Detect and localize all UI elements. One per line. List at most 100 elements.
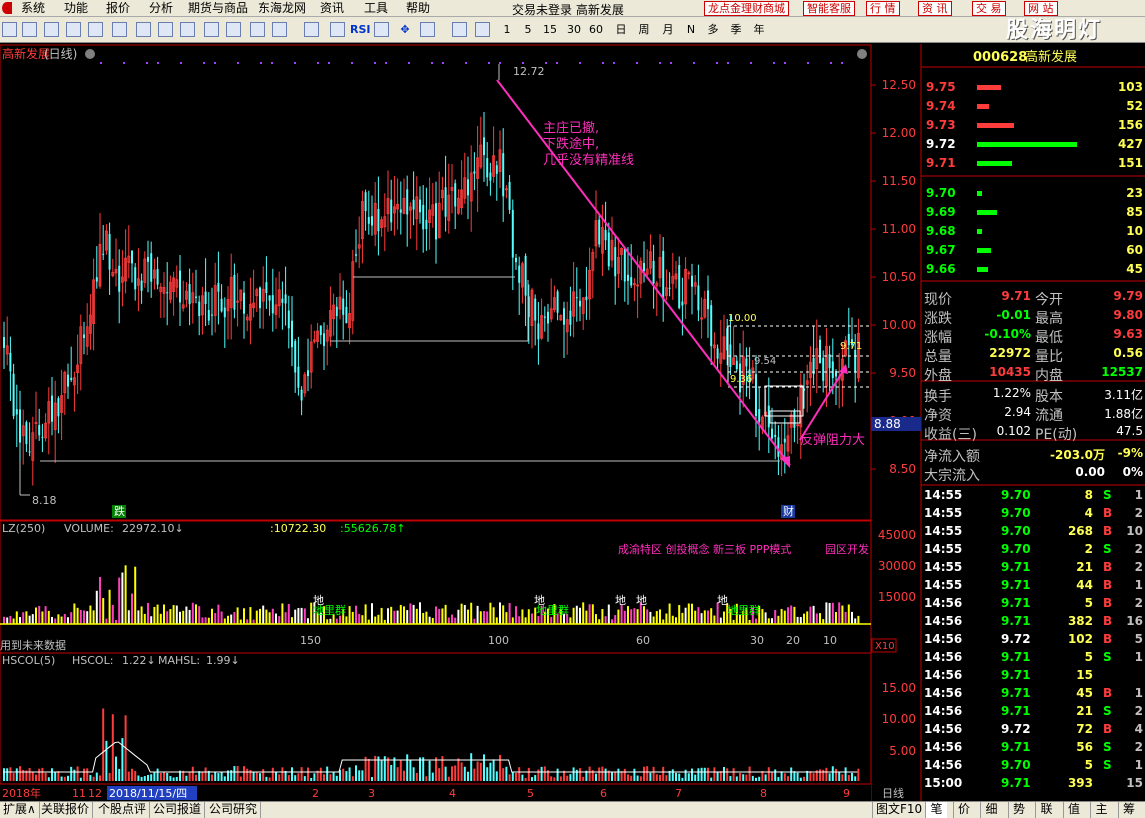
volume-x-label: 60 xyxy=(636,634,650,647)
volume-bar xyxy=(604,616,607,624)
f10-button[interactable]: 图文F10 xyxy=(872,802,927,818)
hscol-bar xyxy=(150,774,153,781)
volume-bar xyxy=(335,618,338,624)
tick-volume: 56 xyxy=(1076,740,1093,754)
bottom-tab-1[interactable]: 关联报价 xyxy=(38,802,94,818)
volume-bar xyxy=(15,611,18,624)
volume-bar xyxy=(54,618,57,624)
hscol-bar xyxy=(67,775,69,781)
candle-body xyxy=(710,305,713,347)
hscol-bar xyxy=(735,776,738,781)
ask-volume-bar xyxy=(977,142,1077,147)
bid-price: 9.66 xyxy=(926,262,956,276)
volume-bar xyxy=(668,603,671,624)
ask-volume: 156 xyxy=(1117,118,1143,132)
candle-body xyxy=(134,267,137,290)
tick-row: 14:56 9.72 102 B 5 xyxy=(921,630,1145,648)
hscol-bar xyxy=(390,764,393,781)
annotation-text: 下跌途中, xyxy=(543,136,599,152)
chevron-down-icon[interactable] xyxy=(85,49,95,59)
signal-dot xyxy=(465,62,467,64)
bottom-tab-4[interactable]: 公司研究 xyxy=(206,802,262,818)
quote-value: 9.63 xyxy=(1113,327,1143,341)
hscol-bar xyxy=(41,767,44,781)
volume-bar xyxy=(303,608,306,624)
panel-tab-3[interactable]: 势 xyxy=(1007,802,1030,818)
candle-body xyxy=(95,277,98,282)
signal-dot xyxy=(442,62,444,64)
panel-tab-6[interactable]: 主 xyxy=(1090,802,1112,818)
volume-bar xyxy=(780,608,783,624)
hscol-bar xyxy=(809,771,812,781)
hscol-bar xyxy=(57,771,60,781)
volume-bar xyxy=(451,614,453,624)
panel-tab-1[interactable]: 价 xyxy=(952,802,975,818)
candle-body xyxy=(300,389,303,401)
chevron-down-icon[interactable] xyxy=(857,49,867,59)
hscol-bar xyxy=(38,768,41,781)
bid-volume: 60 xyxy=(1126,243,1143,257)
hscol-bar xyxy=(492,759,495,781)
volume-bar xyxy=(601,609,604,624)
hscol-bar xyxy=(486,767,489,781)
signal-dot xyxy=(602,62,604,64)
hscol-bar xyxy=(371,777,373,781)
candle-body xyxy=(585,296,588,301)
ask-volume-bar xyxy=(977,104,990,109)
hscol-bar xyxy=(540,766,543,781)
hscol-bar xyxy=(89,775,92,781)
tick-side: S xyxy=(1103,488,1112,502)
hscol-bar xyxy=(569,774,572,781)
volume-value: 22972.10↓ xyxy=(122,522,184,535)
hscol-bar xyxy=(649,772,652,781)
bottom-tab-3[interactable]: 公司报道 xyxy=(150,802,206,818)
tick-time: 14:56 xyxy=(924,596,963,610)
tick-volume: 102 xyxy=(1067,632,1093,646)
volume-bar xyxy=(767,618,770,624)
hscol-bar xyxy=(511,771,514,781)
candle-body xyxy=(755,374,757,416)
candle-body xyxy=(371,216,373,226)
signal-dot xyxy=(351,62,353,64)
volume-bar xyxy=(835,612,837,624)
hscol-bar xyxy=(223,776,226,781)
volume-bar xyxy=(713,615,716,624)
volume-bar xyxy=(537,616,540,624)
bottom-tab-2[interactable]: 个股点评 xyxy=(95,802,151,818)
volume-bar xyxy=(607,604,610,624)
hscol-bar xyxy=(76,766,79,781)
bottom-tab-0[interactable]: 扩展∧ xyxy=(0,802,40,818)
volume-bar xyxy=(511,617,514,624)
tick-side: B xyxy=(1103,578,1113,592)
tick-volume: 45 xyxy=(1076,686,1093,700)
tick-volume: 2 xyxy=(1084,542,1093,556)
candle-body xyxy=(131,250,133,264)
hscol-bar xyxy=(329,774,332,781)
volume-bar xyxy=(217,604,220,624)
volume-bar xyxy=(515,606,517,624)
candle-body xyxy=(486,158,489,178)
panel-tab-7[interactable]: 筹 xyxy=(1117,802,1140,818)
hscol-bar xyxy=(214,772,217,781)
hscol-bar xyxy=(19,766,21,781)
panel-tab-0[interactable]: 笔 xyxy=(925,802,947,818)
hscol-bar xyxy=(601,766,604,781)
volume-bar xyxy=(675,617,677,624)
hscol-bar xyxy=(15,768,18,781)
quote-label: 内盘 xyxy=(1035,368,1063,384)
candle-body xyxy=(41,436,44,438)
volume-bar xyxy=(847,604,850,624)
panel-tab-4[interactable]: 联 xyxy=(1035,802,1057,818)
hscol-bar xyxy=(553,777,556,781)
date-highlight-text: 2018/11/15/四 xyxy=(109,787,187,800)
volume-bar xyxy=(249,607,252,624)
tick-row: 14:55 9.70 2 S 2 xyxy=(921,540,1145,558)
panel-tab-5[interactable]: 值 xyxy=(1062,802,1085,818)
volume-bar xyxy=(636,609,639,624)
panel-tab-2[interactable]: 细 xyxy=(980,802,1002,818)
hscol-bar xyxy=(163,772,165,781)
candle-body xyxy=(367,216,370,224)
candle-body xyxy=(211,314,213,316)
hscol-bar xyxy=(412,767,415,781)
volume-bar xyxy=(572,607,575,624)
